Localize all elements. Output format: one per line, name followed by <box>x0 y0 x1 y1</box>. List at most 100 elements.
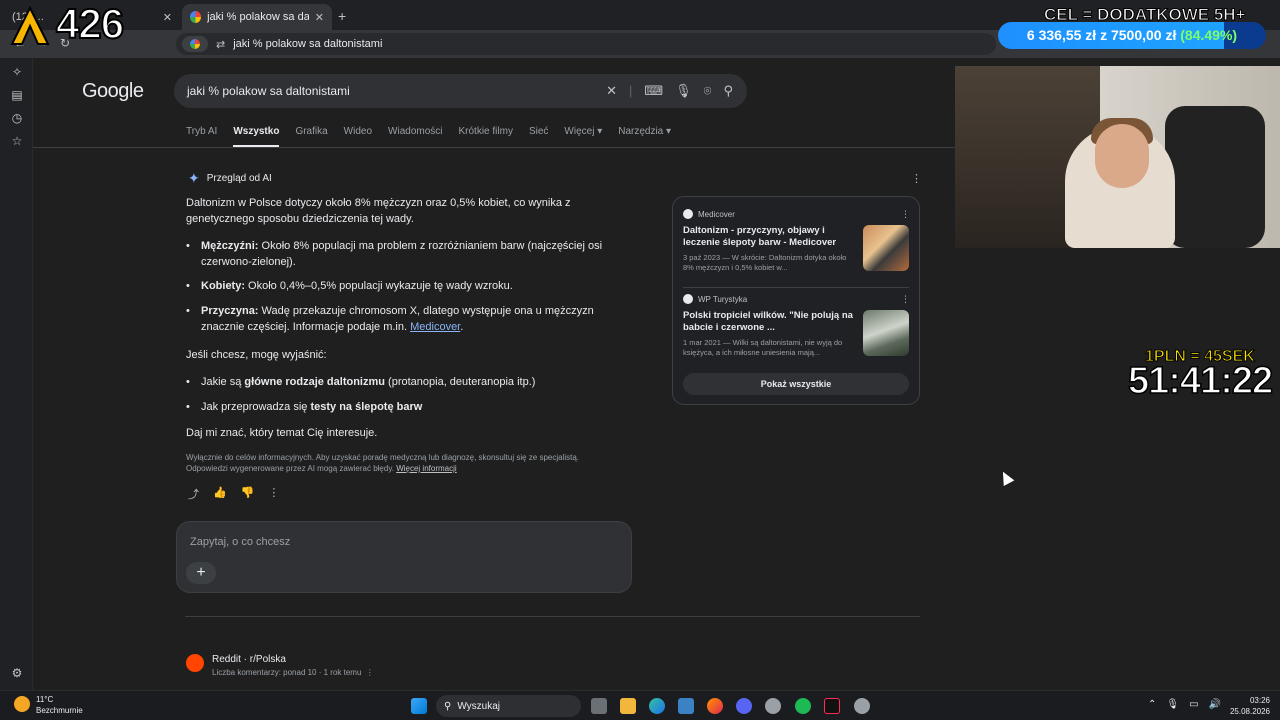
microphone-icon[interactable]: 🎙 <box>675 83 692 99</box>
tab-more[interactable]: Więcej ▾ <box>564 126 602 147</box>
tab-tools[interactable]: Narzędzia ▾ <box>618 126 671 147</box>
divider <box>683 287 909 288</box>
tab-images[interactable]: Grafika <box>295 126 327 147</box>
search-query[interactable]: jaki % polakow sa daltonistami <box>187 84 350 98</box>
share-icon[interactable]: ⤴ <box>188 486 199 502</box>
webcam-feed <box>955 66 1280 248</box>
site-info-icon[interactable] <box>182 36 208 52</box>
search-nav-tabs: Tryb AI Wszystko Grafika Wideo Wiadomośc… <box>186 126 671 147</box>
medicover-favicon-icon <box>683 209 693 219</box>
tune-icon[interactable]: ⇄ <box>216 38 225 51</box>
source-card[interactable]: WP Turystyka Polski tropiciel wilków. "N… <box>683 294 911 358</box>
source-snippet: 3 paź 2023 — W skrócie: Daltonizm dotyka… <box>683 253 847 272</box>
tab-news[interactable]: Wiadomości <box>388 126 442 147</box>
chevron-up-icon[interactable]: ⌃ <box>1148 699 1156 710</box>
thumbs-up-icon[interactable]: 👍 <box>213 486 227 502</box>
tab-video[interactable]: Wideo <box>344 126 372 147</box>
clock[interactable]: 03:26 25.08.2026 <box>1228 695 1270 717</box>
keyboard-icon[interactable]: ⌨ <box>644 83 663 99</box>
reddit-icon <box>186 654 204 672</box>
source-card[interactable]: Medicover Daltonizm - przyczyny, objawy … <box>683 209 911 273</box>
close-icon[interactable]: ✕ <box>315 11 324 24</box>
lens-camera-icon[interactable]: ⌾ <box>704 83 712 99</box>
taskbar-search-label: Wyszukaj <box>457 700 501 712</box>
ai-overview-title: Przegląd od AI <box>206 173 272 184</box>
more-options-icon[interactable]: ⋮ <box>901 209 910 220</box>
stream-counter: 426 <box>4 0 162 48</box>
search-box[interactable]: jaki % polakow sa daltonistami ✕ | ⌨ 🎙 ⌾… <box>174 74 747 108</box>
close-icon[interactable]: ✕ <box>163 11 172 24</box>
reading-list-icon[interactable]: ▤ <box>10 88 24 102</box>
tab-web[interactable]: Sieć <box>529 126 548 147</box>
time: 03:26 <box>1249 696 1270 705</box>
sparkle-icon[interactable]: ✧ <box>10 65 24 79</box>
store-icon[interactable] <box>678 698 694 714</box>
tab-short-videos[interactable]: Krótkie filmy <box>459 126 513 147</box>
edge-icon[interactable] <box>649 698 665 714</box>
source-title[interactable]: Daltonizm - przyczyny, objawy i leczenie… <box>683 225 853 249</box>
microphone-icon[interactable]: 🎙 <box>1166 699 1179 710</box>
add-button[interactable]: + <box>186 562 216 584</box>
weather-widget[interactable]: 11°C Bezchmurnie <box>14 694 83 716</box>
task-view-icon[interactable] <box>591 698 607 714</box>
feedback-actions: ⤴ 👍 👎 ⋮ <box>188 486 279 502</box>
result-source[interactable]: Reddit · r/Polska <box>212 654 374 665</box>
network-icon[interactable]: ▭ <box>1189 699 1198 710</box>
source-snippet: 1 mar 2021 — Wilki są daltonistami, nie … <box>683 338 843 357</box>
wp-favicon-icon <box>683 294 693 304</box>
source-link[interactable]: Medicover <box>410 321 460 333</box>
volume-icon[interactable]: 🔊 <box>1209 699 1221 710</box>
search-icon[interactable]: ⚲ <box>723 83 733 99</box>
list-item: Kobiety: Około 0,4%–0,5% populacji wykaz… <box>186 278 623 294</box>
thumbs-down-icon[interactable]: 👎 <box>241 486 255 502</box>
history-icon[interactable]: ◷ <box>10 111 24 125</box>
more-info-link[interactable]: Więcej informacji <box>396 464 456 473</box>
more-options-icon[interactable]: ⋮ <box>901 294 910 305</box>
google-favicon-icon <box>190 11 202 23</box>
tiktok-icon[interactable] <box>824 698 840 714</box>
windows-start-icon[interactable] <box>411 698 427 714</box>
google-logo[interactable]: Google <box>82 80 144 103</box>
ai-closing: Daj mi znać, który temat Cię interesuje. <box>186 427 378 439</box>
more-options-icon[interactable]: ⋮ <box>268 486 279 502</box>
weather-text: Bezchmurnie <box>36 706 83 715</box>
windows-taskbar: 11°C Bezchmurnie ⚲ Wyszukaj ⌃ 🎙 ▭ 🔊 03:26… <box>0 690 1280 720</box>
app-icon[interactable] <box>765 698 781 714</box>
temperature: 11°C <box>36 695 54 704</box>
bookmark-star-icon[interactable]: ☆ <box>10 134 24 148</box>
taskbar-search[interactable]: ⚲ Wyszukaj <box>436 695 581 717</box>
tab-ai-mode[interactable]: Tryb AI <box>186 126 217 147</box>
clear-icon[interactable]: ✕ <box>606 83 617 99</box>
ai-intro: Daltonizm w Polsce dotyczy około 8% mężc… <box>186 197 571 225</box>
divider <box>185 616 920 617</box>
new-tab-button[interactable]: + <box>338 8 346 24</box>
ai-sources-panel: Medicover Daltonizm - przyczyny, objawy … <box>672 196 920 405</box>
tab-active-label: jaki % polakow sa daltonistami <box>207 11 309 23</box>
result-item[interactable]: Reddit · r/Polska Liczba komentarzy: pon… <box>186 654 374 677</box>
more-options-icon[interactable]: ⋮ <box>911 172 922 185</box>
source-thumbnail[interactable] <box>863 225 909 271</box>
gemini-sparkle-icon: ✦ <box>188 170 200 186</box>
discord-icon[interactable] <box>736 698 752 714</box>
source-title[interactable]: Polski tropiciel wilków. "Nie polują na … <box>683 310 853 334</box>
search-icon: ⚲ <box>444 700 452 712</box>
address-bar[interactable]: ⇄ jaki % polakow sa daltonistami <box>176 33 996 55</box>
ask-followup-box[interactable]: Zapytaj, o co chcesz + <box>176 521 632 593</box>
list-item: Mężczyźni: Około 8% populacji ma problem… <box>186 238 623 270</box>
a-logo-icon <box>10 6 50 45</box>
tab-all[interactable]: Wszystko <box>233 126 280 147</box>
settings-gear-icon[interactable]: ⚙ <box>10 666 24 680</box>
show-all-button[interactable]: Pokaż wszystkie <box>683 373 909 395</box>
address-text: jaki % polakow sa daltonistami <box>233 38 383 50</box>
firefox-icon[interactable] <box>707 698 723 714</box>
spotify-icon[interactable] <box>795 698 811 714</box>
separator: | <box>628 83 633 98</box>
weather-sun-icon <box>14 696 30 712</box>
tab-active[interactable]: jaki % polakow sa daltonistami ✕ <box>182 4 332 30</box>
source-thumbnail[interactable] <box>863 310 909 356</box>
list-item: Jak przeprowadza się testy na ślepotę ba… <box>186 399 623 415</box>
file-explorer-icon[interactable] <box>620 698 636 714</box>
date: 25.08.2026 <box>1229 707 1270 716</box>
settings-gear-icon[interactable] <box>854 698 870 714</box>
ask-placeholder[interactable]: Zapytaj, o co chcesz <box>190 536 290 548</box>
